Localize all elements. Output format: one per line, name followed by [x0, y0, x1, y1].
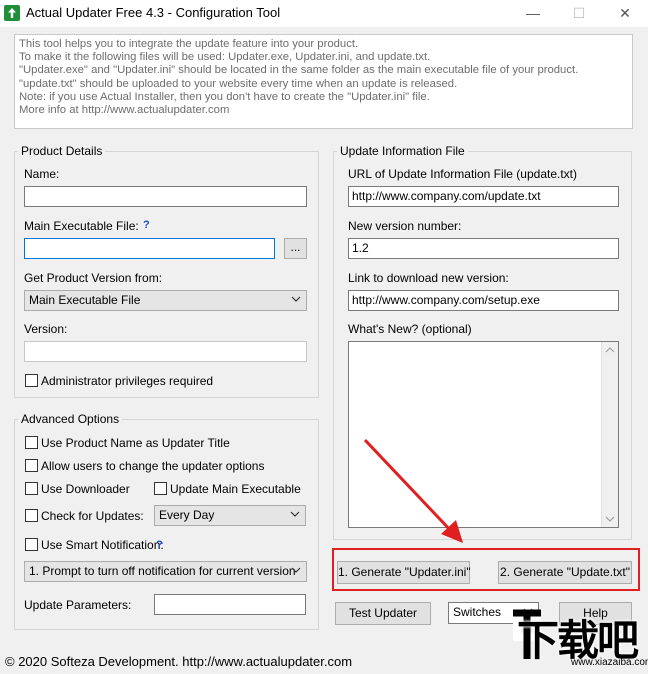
notification-option-value: 1. Prompt to turn off notification for c…	[29, 564, 296, 578]
version-source-select[interactable]: Main Executable File	[24, 290, 307, 311]
update-params-label: Update Parameters:	[24, 598, 132, 612]
info-line: Note: if you use Actual Installer, then …	[19, 90, 430, 103]
minimize-button[interactable]: —	[510, 0, 556, 27]
product-details-legend: Product Details	[18, 144, 106, 158]
use-title-label: Use Product Name as Updater Title	[41, 436, 230, 450]
name-label: Name:	[24, 167, 60, 181]
update-info-legend: Update Information File	[337, 144, 468, 158]
smart-notification-checkbox[interactable]	[25, 538, 38, 551]
use-downloader-label: Use Downloader	[41, 482, 130, 496]
info-line: "Updater.exe" and "Updater.ini" should b…	[19, 64, 579, 77]
smart-notification-label: Use Smart Notification:	[41, 538, 164, 552]
title-bar: Actual Updater Free 4.3 - Configuration …	[0, 0, 648, 27]
check-frequency-value: Every Day	[159, 508, 215, 522]
version-from-label: Get Product Version from:	[24, 271, 163, 285]
check-updates-label: Check for Updates:	[41, 509, 144, 523]
scroll-down-icon[interactable]	[605, 515, 615, 523]
watermark-logo: 下载吧 www.xiazaiba.com	[507, 607, 648, 671]
browse-button[interactable]: ...	[284, 238, 307, 259]
update-main-checkbox[interactable]	[154, 482, 167, 495]
whats-new-scrollbar[interactable]	[601, 342, 618, 527]
annotation-arrow	[363, 438, 463, 543]
url-label: URL of Update Information File (update.t…	[348, 167, 577, 181]
notification-option-select[interactable]: 1. Prompt to turn off notification for c…	[24, 561, 307, 582]
info-line: This tool helps you to integrate the upd…	[19, 38, 359, 50]
watermark-url: www.xiazaiba.com	[571, 657, 648, 668]
new-version-input[interactable]: 1.2	[348, 238, 619, 259]
new-version-label: New version number:	[348, 219, 462, 233]
version-source-value: Main Executable File	[29, 293, 141, 307]
whats-new-label: What's New? (optional)	[348, 322, 472, 336]
name-input[interactable]	[24, 186, 307, 207]
generate-txt-button[interactable]: 2. Generate "Update.txt"	[498, 561, 632, 584]
app-icon	[4, 5, 20, 21]
smart-notification-help-link[interactable]: ?	[156, 539, 163, 551]
version-label: Version:	[24, 322, 68, 336]
exe-label: Main Executable File:	[24, 219, 139, 233]
update-main-label: Update Main Executable	[170, 482, 301, 496]
download-link-input[interactable]: http://www.company.com/setup.exe	[348, 290, 619, 311]
use-downloader-checkbox[interactable]	[25, 482, 38, 495]
chevron-down-icon	[291, 296, 301, 302]
version-input[interactable]	[24, 341, 307, 362]
info-line: "update.txt" should be uploaded to your …	[19, 77, 458, 90]
chevron-down-icon	[291, 567, 301, 573]
scroll-up-icon[interactable]	[605, 346, 615, 354]
test-updater-button[interactable]: Test Updater	[335, 602, 431, 625]
download-link-label: Link to download new version:	[348, 271, 509, 285]
admin-label: Administrator privileges required	[41, 374, 214, 388]
chevron-down-icon	[290, 511, 300, 517]
url-input[interactable]: http://www.company.com/update.txt	[348, 186, 619, 207]
info-line: To make it the following files will be u…	[19, 51, 431, 64]
info-text-box[interactable]: This tool helps you to integrate the upd…	[14, 34, 633, 129]
switches-value: Switches	[453, 605, 502, 619]
exe-input[interactable]	[24, 238, 275, 259]
advanced-options-legend: Advanced Options	[18, 412, 123, 426]
use-title-checkbox[interactable]	[25, 436, 38, 449]
admin-checkbox[interactable]	[25, 374, 38, 387]
update-params-input[interactable]	[154, 594, 306, 615]
exe-help-link[interactable]: ?	[143, 219, 150, 231]
close-button[interactable]: ✕	[602, 0, 648, 27]
maximize-button[interactable]: ☐	[556, 0, 602, 27]
check-frequency-select[interactable]: Every Day	[154, 505, 306, 526]
allow-change-label: Allow users to change the updater option…	[41, 459, 265, 473]
check-updates-checkbox[interactable]	[25, 509, 38, 522]
window-title: Actual Updater Free 4.3 - Configuration …	[26, 5, 281, 20]
generate-ini-button[interactable]: 1. Generate "Updater.ini"	[337, 561, 471, 584]
allow-change-checkbox[interactable]	[25, 459, 38, 472]
footer-text: © 2020 Softeza Development. http://www.a…	[5, 654, 353, 669]
info-line: More info at http://www.actualupdater.co…	[19, 104, 230, 117]
